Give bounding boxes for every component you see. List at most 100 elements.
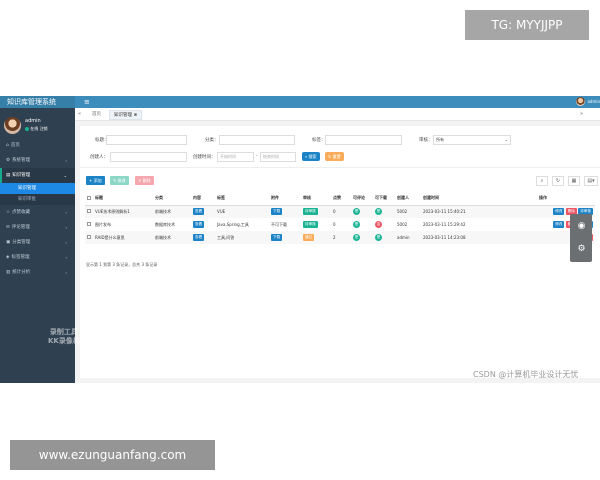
chevron-left-icon: ‹ [65, 270, 67, 275]
cell-tags: VUE [215, 205, 269, 218]
logout-link[interactable]: 注销 [40, 126, 48, 131]
cell-comment: 是 [351, 218, 373, 231]
cell-attachment: 不可下载 [271, 221, 287, 227]
cell-attachment: 下载 [269, 231, 301, 244]
view-content-button[interactable]: 查看 [193, 208, 205, 216]
col-category[interactable]: 分类 [153, 192, 191, 206]
download-status-badge: 否 [375, 221, 382, 228]
settings-icon[interactable]: ⚙ [576, 244, 587, 255]
search-form: 标题： 分类： 标签： 审核： 所有 ⌄ 创建人： 创建时间： 开始时间 - 结束… [80, 126, 600, 168]
tab-knowledge[interactable]: 知识管理 ⊗ [109, 110, 143, 120]
cell-attachment: 下载 [269, 205, 301, 218]
edit-button[interactable]: ✎ 修改 [110, 176, 129, 185]
end-time-input[interactable]: 结束时间 [260, 152, 296, 162]
knowledge-table: 标题 分类 内容 标签 附件 审核 点赞 可评论 可下载 创建人 创建时间 操作 [85, 192, 595, 244]
table-row[interactable]: VUE技术原则解析1 前端技术 查看 VUE 下载 待审核 0 是 是 5002… [85, 205, 595, 218]
search-icon: ⌕ [305, 154, 308, 159]
top-navbar: 知识库管理系统 ≡ admin [0, 96, 600, 108]
chevron-down-icon: ⌄ [504, 137, 508, 142]
title-input[interactable] [106, 135, 187, 145]
close-icon[interactable]: ⊗ [133, 113, 137, 118]
sidebar-subitem-approval[interactable]: 知识审批 [0, 194, 75, 205]
row-edit-button[interactable]: 修改 [553, 208, 565, 216]
reset-button[interactable]: ↻ 重置 [325, 152, 344, 161]
refresh-icon: ↻ [328, 154, 332, 159]
table-header: 标题 分类 内容 标签 附件 审核 点赞 可评论 可下载 创建人 创建时间 操作 [85, 192, 595, 206]
tag-input[interactable] [325, 135, 402, 145]
sidebar-item-label: 系统管理 [12, 158, 31, 163]
tab-scroll-right-icon[interactable]: » [580, 111, 583, 117]
start-time-input[interactable]: 开始时间 [217, 152, 254, 162]
row-checkbox[interactable] [85, 231, 93, 244]
trash-icon: ✕ [138, 178, 142, 183]
sidebar-subitem-knowledge[interactable]: 知识管理 [0, 183, 75, 194]
sidebar-item-home[interactable]: ⌂ 首页 [0, 138, 75, 153]
sidebar-item-label: 统计分析 [12, 270, 31, 275]
audit-select-value: 所有 [436, 137, 444, 142]
table-row[interactable]: 图片发布 数据库技术 查看 Java,Spring,工具 不可下载 待审核 0 … [85, 218, 595, 231]
sidebar-item-label: 知识管理 [12, 173, 31, 178]
search-button[interactable]: ⌕ 搜索 [302, 152, 320, 161]
sidebar-item-label: 分类管理 [12, 240, 31, 245]
view-content-button[interactable]: 查看 [193, 221, 205, 228]
sidebar-item-comments[interactable]: ✉ 评论管理 ‹ [0, 220, 75, 235]
status-badge: 待审核 [303, 208, 318, 216]
floating-tool-panel: ◉ ⚙ [570, 214, 592, 262]
sidebar-item-likes[interactable]: ☆ 点赞收藏 ‹ [0, 205, 75, 220]
sidebar-item-stats[interactable]: ▥ 统计分析 ‹ [0, 265, 75, 280]
creator-input[interactable] [110, 152, 187, 162]
chevron-left-icon: ‹ [65, 158, 67, 163]
select-all-checkbox[interactable] [85, 192, 93, 206]
creator-label: 创建人： [90, 155, 108, 160]
edit-button-label: 修改 [117, 178, 126, 183]
view-content-button[interactable]: 查看 [193, 234, 205, 241]
sidebar-item-system[interactable]: ⚙ 系统管理 ‹ [0, 153, 75, 168]
add-button[interactable]: + 添加 [86, 176, 105, 185]
columns-icon[interactable]: ▦ [568, 176, 580, 186]
export-icon[interactable]: ▤▾ [584, 176, 598, 186]
date-separator: - [256, 154, 258, 159]
row-checkbox[interactable] [85, 218, 93, 231]
cell-tags: Java,Spring,工具 [217, 221, 249, 227]
refresh-icon[interactable]: ↻ [552, 176, 564, 186]
cell-content: 查看 [191, 205, 215, 218]
sidebar-item-tags[interactable]: ◈ 标签管理 ‹ [0, 250, 75, 265]
book-icon: ▤ [6, 173, 11, 178]
menu-toggle-icon[interactable]: ≡ [84, 98, 90, 106]
row-checkbox[interactable] [85, 205, 93, 218]
tab-label: 知识管理 [114, 113, 132, 118]
col-title[interactable]: 标题 [93, 192, 153, 206]
audit-select[interactable]: 所有 ⌄ [433, 135, 511, 145]
site-watermark: www.ezunguanfang.com [10, 440, 215, 470]
edit-icon: ✎ [113, 178, 117, 183]
sidebar-item-categories[interactable]: ▣ 分类管理 ‹ [0, 235, 75, 250]
folder-icon: ▣ [6, 240, 11, 245]
comment-icon: ✉ [6, 225, 10, 230]
cell-content: 查看 [191, 231, 215, 244]
audit-label: 审核： [419, 138, 433, 143]
col-content: 内容 [191, 192, 215, 206]
tab-home[interactable]: 首页 [88, 110, 105, 120]
download-button[interactable]: 下载 [271, 234, 283, 241]
cell-category: 前端技术 [153, 205, 191, 218]
checkbox-icon [87, 195, 91, 200]
sidebar-item-knowledge[interactable]: ▤ 知识管理 ⌄ [0, 168, 75, 183]
cell-comment: 是 [351, 231, 373, 244]
col-audit: 审核 [301, 192, 331, 206]
table-row[interactable]: RAID是什么意思 前端技术 查看 工具,问答 下载 通过 2 是 是 admi… [85, 231, 595, 244]
category-input[interactable] [219, 135, 295, 145]
cell-tags: 工具,问答 [215, 231, 269, 244]
download-button[interactable]: 下载 [271, 208, 283, 216]
tab-scroll-left-icon[interactable]: « [78, 111, 81, 117]
app-window: 知识库管理系统 ≡ admin admin 在线 注销 ⌂ 首页 ⚙ 系统管理 ‹ ▤… [0, 96, 600, 383]
tg-watermark: TG: MYYJJPP [465, 10, 589, 40]
camera-icon[interactable]: ◉ [576, 221, 587, 232]
delete-button[interactable]: ✕ 删除 [135, 176, 154, 185]
search-toggle-icon[interactable]: ⌕ [536, 176, 548, 186]
top-user-menu[interactable]: admin [576, 97, 600, 106]
top-user-name: admin [587, 99, 600, 104]
pagination-summary: 显示第 1 到第 3 条记录，总共 3 条记录 [86, 262, 158, 267]
col-created[interactable]: 创建时间 [421, 192, 491, 206]
online-status: 在线 [30, 126, 39, 131]
row-edit-button[interactable]: 修改 [553, 221, 565, 228]
